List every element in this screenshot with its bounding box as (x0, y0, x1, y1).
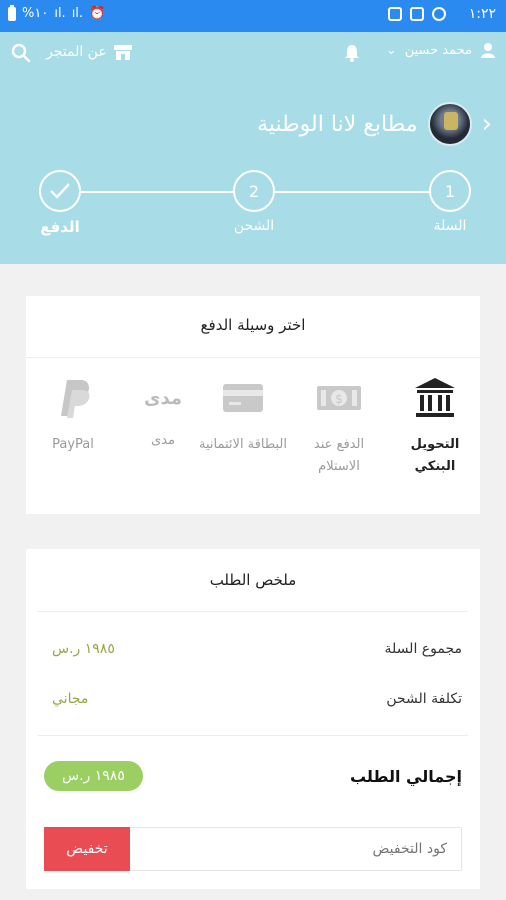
payment-method-card: اختر وسيلة الدفع PayPal مدى مدى البطاقة … (26, 296, 480, 514)
cart-total-value: ١٩٨٥ ر.س (52, 641, 115, 657)
status-bar: %١٠ ıl. ıl. ⏰ ١:٢٢ (0, 0, 506, 32)
signal-icon-2: ıl. (71, 6, 84, 21)
payment-method-mada[interactable]: مدى مدى (118, 376, 208, 452)
store-icon (113, 45, 132, 60)
payment-method-paypal[interactable]: PayPal (28, 376, 118, 456)
message-icon (388, 7, 402, 21)
step-label: الشحن (233, 218, 275, 234)
paypal-icon (61, 380, 90, 418)
status-time: ١:٢٢ (468, 6, 496, 22)
step-cart: 1 السلة (410, 170, 490, 234)
user-menu[interactable]: ⌄ محمد حسين (386, 42, 496, 58)
signal-icon: ıl. (54, 6, 66, 21)
cart-total-label: مجموع السلة (384, 641, 462, 657)
mada-logo: مدى (143, 387, 183, 409)
user-icon (481, 43, 495, 58)
cart-total-row: ١٩٨٥ ر.س مجموع السلة (52, 641, 462, 657)
mada-icon: مدى (118, 376, 208, 420)
checkout-steps: الدفع 2 الشحن 1 السلة (0, 170, 506, 250)
divider (38, 735, 468, 736)
payment-method-label: مدى (151, 433, 175, 448)
cash-icon: $ (317, 386, 361, 410)
step-number: 2 (233, 170, 275, 212)
shipping-cost-label: تكلفة الشحن (386, 691, 462, 707)
battery-icon (8, 4, 16, 21)
divider (38, 611, 468, 612)
bank-icon (415, 378, 455, 417)
grand-total-row: ١٩٨٥ ر.س إجمالي الطلب (44, 761, 462, 791)
top-bar: عن المتجر ⌄ محمد حسين (0, 32, 506, 76)
step-label: السلة (433, 218, 467, 234)
shop-avatar (427, 102, 472, 146)
step-number: 1 (429, 170, 471, 212)
shipping-cost-value: مجاني (52, 691, 89, 707)
search-icon[interactable] (11, 43, 31, 63)
app-icon (432, 7, 446, 21)
about-store-link[interactable]: عن المتجر (46, 43, 133, 61)
step-payment: الدفع (20, 170, 100, 236)
status-right-icons (388, 7, 446, 21)
order-summary-card: ملخص الطلب ١٩٨٥ ر.س مجموع السلة مجاني تك… (26, 549, 480, 889)
payment-method-label: PayPal (52, 437, 94, 452)
payment-method-label: البطاقة الائتمانية (199, 437, 287, 452)
payment-method-cash[interactable]: $ الدفع عند الاستلام (294, 376, 384, 478)
user-name: محمد حسين (404, 42, 472, 58)
grand-total-label: إجمالي الطلب (349, 766, 462, 786)
shop-info: مطابع لانا الوطنية › (257, 102, 492, 146)
chevron-right-icon[interactable]: › (482, 109, 492, 139)
shop-name: مطابع لانا الوطنية (257, 111, 418, 137)
payment-methods: PayPal مدى مدى البطاقة الائتمانية $ الدف… (26, 358, 480, 514)
step-label: الدفع (40, 218, 80, 236)
bell-icon[interactable] (342, 43, 362, 63)
payment-title-strip: اختر وسيلة الدفع (26, 296, 480, 358)
payment-method-label: الدفع عند الاستلام (313, 437, 365, 474)
payment-method-credit-card[interactable]: البطاقة الائتمانية (198, 376, 288, 456)
step-shipping: 2 الشحن (214, 170, 294, 234)
checkmark-icon (39, 170, 81, 212)
payment-title: اختر وسيلة الدفع (200, 316, 306, 334)
summary-title: ملخص الطلب (209, 571, 297, 589)
coupon-form: تخفيض (44, 827, 462, 871)
payment-method-label: التحويل البنكي (410, 437, 460, 474)
checkout-header: عن المتجر ⌄ محمد حسين مطابع لانا الوطنية… (0, 32, 506, 264)
chevron-down-icon: ⌄ (385, 42, 397, 58)
alarm-icon: ⏰ (89, 6, 106, 21)
battery-level: %١٠ (22, 6, 49, 21)
payment-method-bank[interactable]: التحويل البنكي (390, 376, 480, 478)
image-icon (410, 7, 424, 21)
about-store-label: عن المتجر (46, 44, 107, 60)
svg-text:$: $ (335, 392, 343, 406)
credit-card-icon (223, 384, 263, 412)
shipping-cost-row: مجاني تكلفة الشحن (52, 691, 462, 707)
grand-total-value: ١٩٨٥ ر.س (44, 761, 143, 791)
apply-coupon-button[interactable]: تخفيض (44, 827, 130, 871)
status-left-icons: %١٠ ıl. ıl. ⏰ (8, 4, 106, 21)
coupon-input[interactable] (130, 828, 461, 870)
